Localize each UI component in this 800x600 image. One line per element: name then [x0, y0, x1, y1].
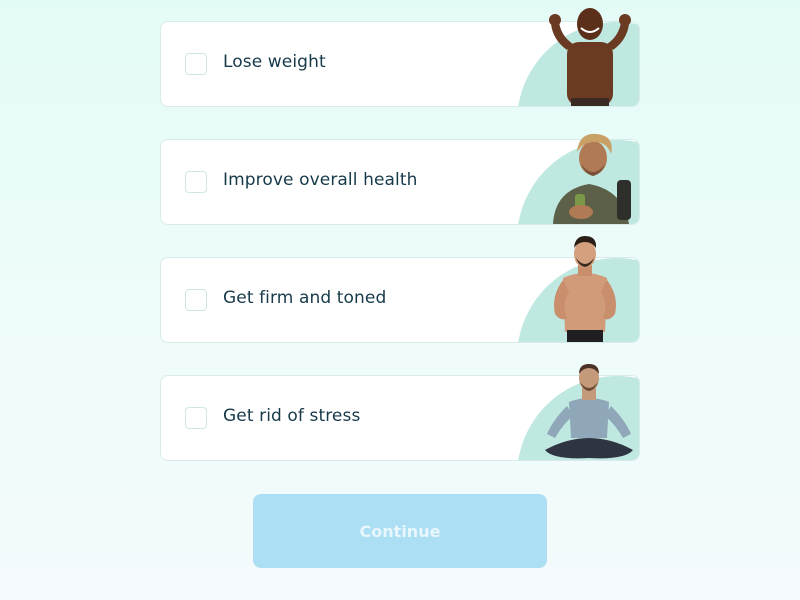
goal-checkbox[interactable]	[185, 171, 207, 193]
goal-option-label: Lose weight	[223, 52, 326, 72]
goal-checkbox[interactable]	[185, 289, 207, 311]
goal-option-rid-stress[interactable]: Get rid of stress	[160, 364, 640, 461]
goal-checkbox[interactable]	[185, 53, 207, 75]
goal-option-firm-toned[interactable]: Get firm and toned	[160, 236, 640, 343]
goal-checkbox[interactable]	[185, 407, 207, 429]
goal-option-improve-health[interactable]: Improve overall health	[160, 133, 640, 225]
goal-options-list: Lose weight Improve overall health Get f…	[160, 8, 640, 493]
goal-option-label: Get firm and toned	[223, 288, 387, 308]
man-flexing-shirtless-photo	[549, 8, 631, 106]
man-meditating-photo	[545, 364, 633, 459]
man-with-backpack-drink-photo	[553, 133, 631, 224]
goal-option-label: Get rid of stress	[223, 406, 361, 426]
goal-option-lose-weight[interactable]: Lose weight	[160, 8, 640, 107]
goal-option-label: Improve overall health	[223, 170, 418, 190]
man-fit-torso-photo	[554, 236, 616, 342]
continue-button[interactable]: Continue	[253, 494, 547, 568]
